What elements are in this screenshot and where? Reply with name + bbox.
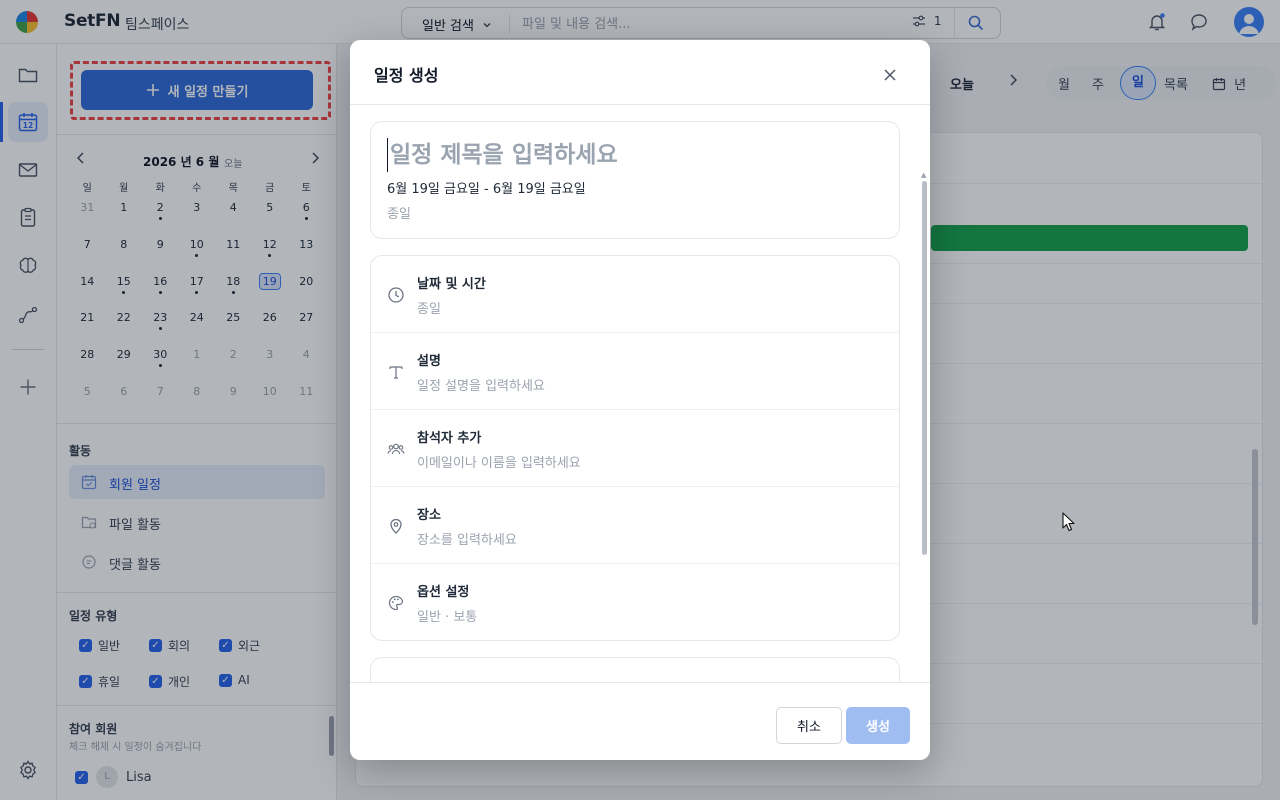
option-value: 일반 · 보통 [417,610,478,625]
option-value: 일정 설명을 입력하세요 [417,379,545,394]
location-icon [390,518,402,534]
mouse-cursor-icon [1062,512,1075,532]
event-title-input[interactable] [387,138,867,172]
option-attendees[interactable]: 참석자 추가 이메일이나 이름을 입력하세요 [371,410,899,487]
option-value: 이메일이나 이름을 입력하세요 [417,456,581,471]
clock-icon [388,287,404,303]
option-title: 장소 [417,508,441,523]
dialog-body: 6월 19일 금요일 - 6월 19일 금요일 종일 날짜 및 시간 종일 설명… [350,105,930,682]
create-button[interactable]: 생성 [846,707,910,744]
dialog-title: 일정 생성 [374,66,439,85]
option-settings[interactable]: 옵션 설정 일반 · 보통 [371,564,899,640]
scroll-up-arrow[interactable]: ▲ [921,171,926,179]
option-title: 설명 [417,354,441,369]
option-title: 참석자 추가 [417,431,482,446]
option-value: 장소를 입력하세요 [417,533,517,548]
close-button[interactable] [881,66,899,84]
text-icon [389,366,403,379]
option-description[interactable]: 설명 일정 설명을 입력하세요 [371,333,899,410]
option-location[interactable]: 장소 장소를 입력하세요 [371,487,899,564]
close-icon [884,69,896,81]
option-date-time[interactable]: 날짜 및 시간 종일 [371,256,899,333]
create-event-dialog: 일정 생성 6월 19일 금요일 - 6월 19일 금요일 종일 날짜 및 시간… [350,40,930,760]
option-title: 날짜 및 시간 [417,277,486,292]
event-date-range: 6월 19일 금요일 - 6월 19일 금요일 [387,182,586,197]
dialog-footer-divider [350,682,930,683]
dialog-scrollbar[interactable] [922,181,927,555]
option-value: 종일 [417,302,441,317]
palette-icon [388,595,404,611]
cancel-button[interactable]: 취소 [776,707,842,744]
additional-options-card[interactable] [370,657,900,682]
people-icon [387,443,405,455]
event-options-card: 날짜 및 시간 종일 설명 일정 설명을 입력하세요 참석자 추가 이메일이나 … [370,255,900,641]
event-title-card: 6월 19일 금요일 - 6월 19일 금요일 종일 [370,121,900,239]
option-title: 옵션 설정 [417,585,470,600]
event-all-day-label: 종일 [387,207,411,222]
